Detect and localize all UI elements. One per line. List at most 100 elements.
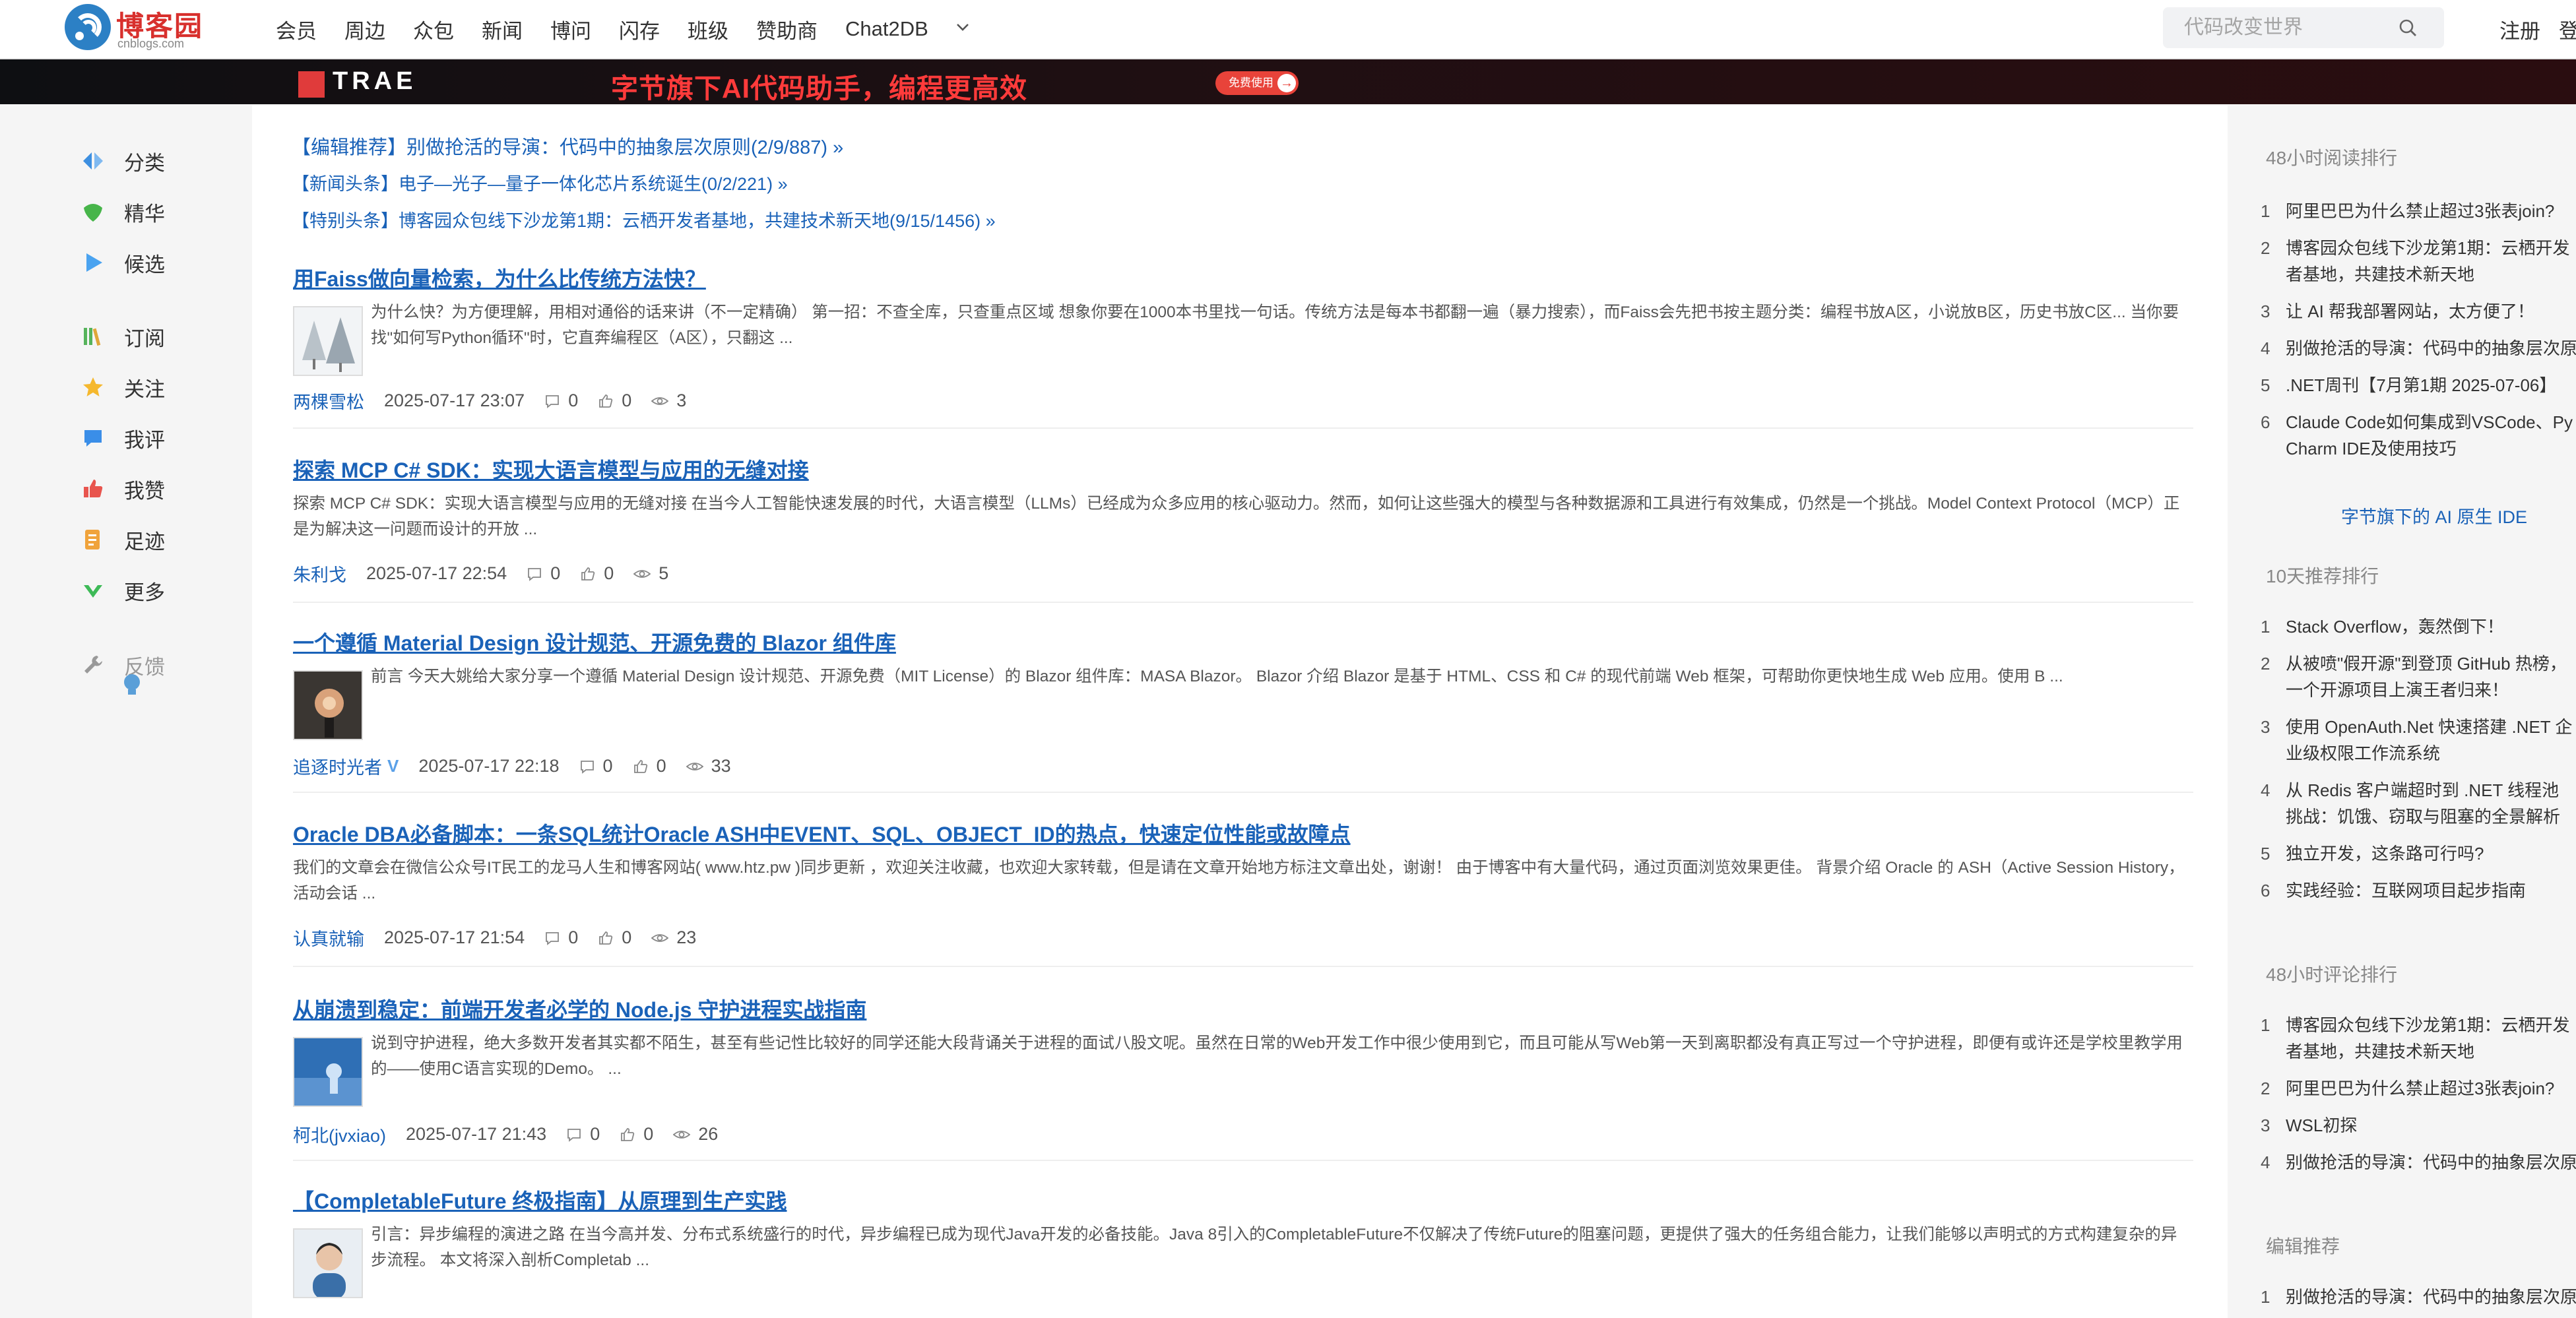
post-item: 【CompletableFuture 终极指南】从原理到生产实践 引言：异步编程…: [293, 1185, 2193, 1317]
sidebar-item-more[interactable]: 更多: [80, 574, 165, 607]
post-title[interactable]: 一个遵循 Material Design 设计规范、开源免费的 Blazor 组…: [293, 627, 896, 657]
sidebar-item-follow[interactable]: 关注: [80, 371, 165, 404]
footprint-icon: [80, 527, 106, 552]
post-likes[interactable]: 0: [598, 927, 631, 948]
author-avatar[interactable]: [293, 670, 363, 740]
post-likes[interactable]: 0: [633, 756, 666, 776]
sidebar-item-my-likes[interactable]: 我赞: [80, 472, 165, 505]
rank-item-title: 阿里巴巴为什么禁止超过3张表join?: [2286, 201, 2555, 221]
post-comments[interactable]: 0: [527, 563, 560, 584]
rank-item-title: 从被喷"假开源"到登顶 GitHub 热榜，一个开源项目上演王者归来！: [2286, 654, 2567, 700]
verified-badge: V: [387, 756, 399, 776]
author-avatar[interactable]: [293, 1037, 363, 1107]
post-date: 2025-07-17 23:07: [384, 391, 525, 410]
post-item: Oracle DBA必备脚本：一条SQL统计Oracle ASH中EVENT、S…: [293, 818, 2193, 974]
comment-count: 0: [568, 927, 579, 947]
search-input[interactable]: [2184, 14, 2395, 42]
post-views[interactable]: 26: [673, 1124, 718, 1145]
top-navigation-bar: 博客园 cnblogs.com 会员 周边 众包 新闻 博问 闪存 班级 赞助商…: [0, 0, 2576, 59]
headline-editor-pick[interactable]: 【编辑推荐】别做抢活的导演：代码中的抽象层次原则(2/9/887) »: [292, 132, 843, 160]
view-count: 5: [659, 563, 669, 583]
post-likes[interactable]: 0: [620, 1124, 653, 1145]
nav-chat2db[interactable]: Chat2DB: [845, 17, 928, 41]
rank-item-title: 让 AI 帮我部署网站，太方便了！: [2286, 301, 2535, 321]
post-title[interactable]: Oracle DBA必备脚本：一条SQL统计Oracle ASH中EVENT、S…: [293, 818, 1351, 848]
sidebar-item-candidate[interactable]: 候选: [80, 246, 165, 279]
post-likes[interactable]: 0: [580, 563, 614, 584]
post-title[interactable]: 【CompletableFuture 终极指南】从原理到生产实践: [293, 1185, 787, 1215]
section-title-editor-pick: 编辑推荐: [2266, 1236, 2340, 1257]
like-count: 0: [656, 756, 666, 776]
sidebar-item-subscribe[interactable]: 订阅: [80, 320, 165, 353]
sidebar-item-footprint[interactable]: 足迹: [80, 523, 165, 556]
post-comments[interactable]: 0: [544, 927, 578, 948]
banner-cta-button[interactable]: 免费使用 →: [1215, 71, 1299, 95]
banner-brand: TRAE: [333, 67, 417, 95]
thumb-up-outline-icon: [599, 394, 613, 408]
main-nav: 会员 周边 众包 新闻 博问 闪存 班级 赞助商 Chat2DB: [276, 13, 972, 45]
wrench-icon: [80, 652, 106, 677]
play-icon: [80, 250, 106, 275]
post-author[interactable]: 认真就输: [293, 925, 364, 951]
register-link[interactable]: 注册: [2499, 15, 2540, 44]
rank-item-title: 别做抢活的导演：代码中的抽象层次原: [2286, 1287, 2576, 1307]
rank-item-title: WSL初探: [2286, 1115, 2358, 1135]
sidebar-item-category[interactable]: 分类: [80, 144, 165, 177]
author-avatar[interactable]: [293, 306, 363, 376]
post-title[interactable]: 用Faiss做向量检索，为什么比传统方法快？: [293, 263, 706, 293]
post-summary: 探索 MCP C# SDK：实现大语言模型与应用的无缝对接 在当今人工智能快速发…: [293, 495, 2180, 538]
post-comments[interactable]: 0: [579, 756, 613, 776]
search-icon[interactable]: [2398, 18, 2418, 38]
headline-special[interactable]: 【特别头条】博客园众包线下沙龙第1期：云栖开发者基地，共建技术新天地(9/15/…: [292, 206, 996, 232]
author-avatar[interactable]: [293, 1228, 363, 1298]
like-count: 0: [622, 391, 632, 410]
chevron-down-icon[interactable]: [953, 18, 972, 41]
post-views[interactable]: 5: [633, 563, 668, 584]
thumb-up-icon: [80, 476, 106, 501]
rank-item-title: 博客园众包线下沙龙第1期：云栖开发者基地，共建技术新天地: [2286, 238, 2570, 284]
nav-news[interactable]: 新闻: [482, 15, 523, 44]
sidebar-item-label: 订阅: [124, 327, 165, 350]
section-title-comments-48h: 48小时评论排行: [2266, 964, 2398, 985]
post-comments[interactable]: 0: [544, 391, 578, 411]
right-sidebar: 48小时阅读排行 1 阿里巴巴为什么禁止超过3张表join? 2 博客园众包线下…: [2228, 106, 2576, 1318]
post-summary: 我们的文章会在微信公众号IT民工的龙马人生和博客网站( www.htz.pw )…: [293, 859, 2185, 902]
nav-member[interactable]: 会员: [276, 15, 317, 44]
post-title[interactable]: 从崩溃到稳定：前端开发者必学的 Node.js 守护进程实战指南: [293, 993, 866, 1024]
nav-class[interactable]: 班级: [688, 15, 728, 44]
sidebar-item-featured[interactable]: 精华: [80, 195, 165, 228]
sidebar-item-my-comments[interactable]: 我评: [80, 422, 165, 455]
post-title[interactable]: 探索 MCP C# SDK：实现大语言模型与应用的无缝对接: [293, 454, 809, 484]
lightbulb-icon[interactable]: [120, 672, 144, 704]
post-comments[interactable]: 0: [566, 1124, 600, 1145]
site-logo[interactable]: 博客园 cnblogs.com: [65, 3, 210, 55]
post-author[interactable]: 柯北(jvxiao): [293, 1121, 386, 1147]
nav-flash[interactable]: 闪存: [619, 15, 660, 44]
like-count: 0: [604, 563, 614, 583]
login-link[interactable]: 登: [2559, 15, 2576, 44]
post-views[interactable]: 33: [686, 756, 731, 776]
post-author[interactable]: 朱利戈: [293, 561, 346, 586]
post-author[interactable]: 两棵雪松: [293, 388, 364, 414]
headline-news[interactable]: 【新闻头条】电子—光子—量子一体化芯片系统诞生(0/2/221) »: [292, 170, 788, 195]
sidebar-item-label: 关注: [124, 377, 165, 401]
nav-merch[interactable]: 周边: [344, 15, 385, 44]
star-icon: [80, 375, 106, 400]
sidebar-ad-link[interactable]: 字节旗下的 AI 原生 IDE: [2341, 503, 2527, 528]
post-views[interactable]: 23: [651, 927, 696, 948]
divider: [293, 792, 2193, 793]
rank-item-title: 使用 OpenAuth.Net 快速搭建 .NET 企业级权限工作流系统: [2286, 717, 2573, 763]
ad-banner[interactable]: TRAE 字节旗下AI代码助手，编程更高效 免费使用 →: [0, 59, 2576, 104]
arrow-right-icon: →: [1277, 74, 1296, 92]
nav-qa[interactable]: 博问: [550, 15, 591, 44]
post-author[interactable]: 追逐时光者: [293, 753, 382, 779]
view-count: 26: [698, 1124, 719, 1144]
nav-crowdsource[interactable]: 众包: [413, 15, 454, 44]
post-likes[interactable]: 0: [598, 391, 631, 411]
nav-sponsor[interactable]: 赞助商: [756, 15, 818, 44]
trae-logo-icon: [298, 71, 325, 98]
post-views[interactable]: 3: [651, 391, 686, 411]
eye-icon: [651, 396, 669, 405]
post-meta: 朱利戈 2025-07-17 22:54 0 0 5: [293, 561, 668, 586]
post-summary: 为什么快？为方便理解，用相对通俗的话来讲（不一定精确） 第一招：不查全库，只查重…: [371, 303, 2179, 347]
